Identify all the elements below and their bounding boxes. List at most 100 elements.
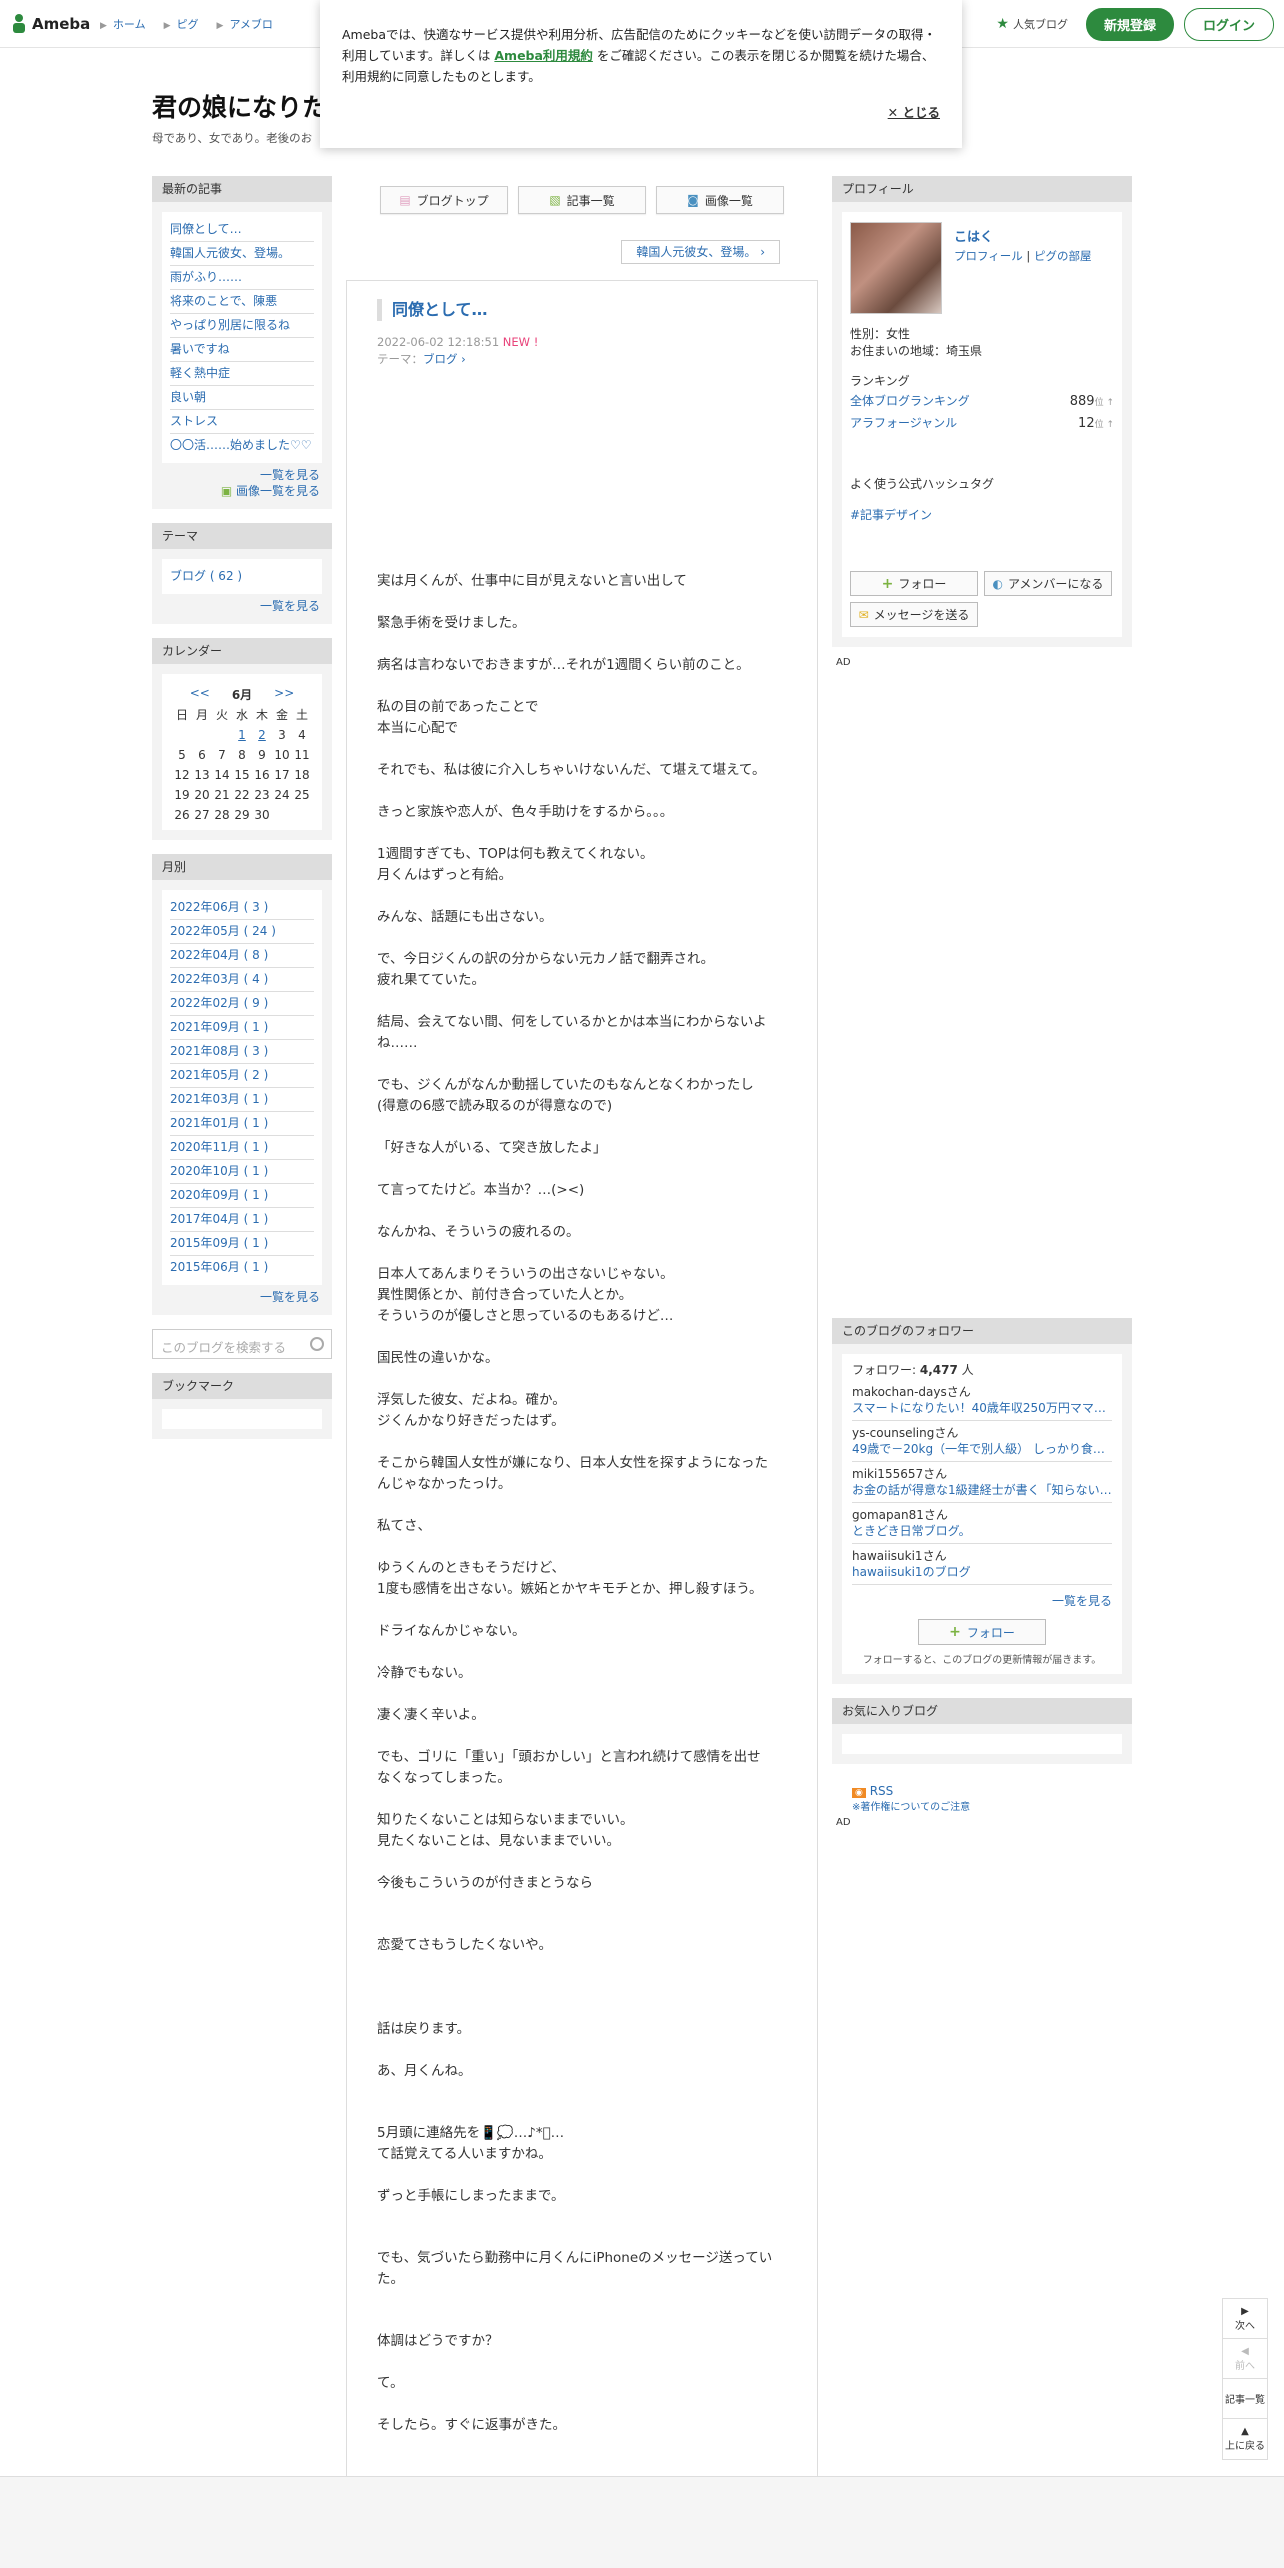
calendar-day: 10 bbox=[274, 748, 290, 762]
monthly-archive-link[interactable]: 2017年04月 ( 1 ) bbox=[170, 1208, 314, 1232]
blog-top-button[interactable]: ▤ ブログトップ bbox=[380, 186, 508, 214]
monthly-archive-link[interactable]: 2022年06月 ( 3 ) bbox=[170, 896, 314, 920]
image-list-button[interactable]: ◙ 画像一覧 bbox=[656, 186, 784, 214]
monthly-archive-link[interactable]: 2021年05月 ( 2 ) bbox=[170, 1064, 314, 1088]
profile-name[interactable]: こはく bbox=[954, 226, 1091, 245]
theme-more-link[interactable]: 一覧を見る bbox=[164, 598, 320, 614]
article-paragraph: で、今日ジくんの訳の分からない元カノ話で翻弄され。 bbox=[377, 951, 715, 967]
rank-genre-link[interactable]: アラフォージャンル bbox=[850, 413, 957, 435]
recent-article-link[interactable]: 将来のことで、陳悪 bbox=[170, 290, 314, 314]
recent-article-link[interactable]: やっぱり別居に限るね bbox=[170, 314, 314, 338]
favorites-list bbox=[842, 1734, 1122, 1754]
calendar-weekday: 日 bbox=[175, 708, 188, 722]
ameba-logo[interactable]: Ameba bbox=[10, 12, 90, 36]
amember-button[interactable]: ◐ アメンバーになる bbox=[984, 571, 1112, 596]
nav-home[interactable]: ▶ ホーム bbox=[100, 16, 146, 32]
recent-articles-box: 最新の記事 同僚として… 韓国人元彼女、登場。 雨がふり…… 将来のことで、陳悪 やっぱ… bbox=[152, 176, 332, 509]
monthly-archive-link[interactable]: 2020年09月 ( 1 ) bbox=[170, 1184, 314, 1208]
login-button[interactable]: ログイン bbox=[1183, 7, 1274, 41]
calendar-day[interactable]: 2 bbox=[252, 727, 272, 744]
monthly-archive-link[interactable]: 2021年09月 ( 1 ) bbox=[170, 1016, 314, 1040]
search-icon[interactable] bbox=[310, 1337, 324, 1351]
back-to-top-button[interactable]: ▲ 上に戻る bbox=[1223, 2419, 1267, 2459]
terms-link[interactable]: Ameba利用規約 bbox=[494, 48, 593, 63]
image-list-link[interactable]: ▣ 画像一覧を見る bbox=[164, 483, 320, 499]
article-paragraph: そういうのが優しさと思っているのもあるけど… bbox=[377, 1308, 674, 1324]
recent-article-link[interactable]: ストレス bbox=[170, 410, 314, 434]
recent-article-link[interactable]: 同僚として… bbox=[170, 218, 314, 242]
monthly-archive-link[interactable]: 2021年01月 ( 1 ) bbox=[170, 1112, 314, 1136]
next-button[interactable]: ▶ 次へ bbox=[1223, 2299, 1267, 2339]
monthly-archive-link[interactable]: 2020年11月 ( 1 ) bbox=[170, 1136, 314, 1160]
popular-blog-link[interactable]: ★ 人気ブログ bbox=[996, 16, 1068, 32]
search-input[interactable]: このブログを検索する bbox=[161, 1337, 286, 1356]
nav-ameblo[interactable]: ▶ アメブロ bbox=[217, 16, 273, 32]
recent-article-link[interactable]: 〇〇活……始めました♡♡ bbox=[170, 434, 314, 457]
monthly-archive-link[interactable]: 2015年06月 ( 1 ) bbox=[170, 1256, 314, 1279]
followers-more-link[interactable]: 一覧を見る bbox=[852, 1593, 1112, 1609]
article-paragraph: あ、月くんね。 bbox=[377, 2063, 472, 2079]
hashtag-link[interactable]: #記事デザイン bbox=[850, 506, 1114, 523]
recent-article-link[interactable]: 軽く熱中症 bbox=[170, 362, 314, 386]
rank-overall-link[interactable]: 全体ブログランキング bbox=[850, 391, 970, 413]
follower-item: ys-counselingさん 49歳で－20kg（一年で別人級） しっかり食べ… bbox=[852, 1421, 1112, 1462]
recent-article-link[interactable]: 韓国人元彼女、登場。 bbox=[170, 242, 314, 266]
calendar-prev[interactable]: << bbox=[190, 686, 210, 703]
article-list-button[interactable]: ▧ 記事一覧 bbox=[518, 186, 646, 214]
monthly-archive-link[interactable]: 2020年10月 ( 1 ) bbox=[170, 1160, 314, 1184]
profile-title: プロフィール bbox=[832, 176, 1132, 202]
follower-blog-link[interactable]: 49歳で－20kg（一年で別人級） しっかり食べ… bbox=[852, 1441, 1112, 1457]
follower-blog-link[interactable]: スマートになりたい！40歳年収250万円ママ… bbox=[852, 1400, 1112, 1416]
followers-box: このブログのフォロワー フォロワー: 4,477 人 makochan-days… bbox=[832, 1318, 1132, 1684]
chevron-right-icon: ▶ bbox=[163, 21, 171, 31]
article-paragraph: た。 bbox=[377, 2271, 404, 2287]
register-button[interactable]: 新規登録 bbox=[1085, 7, 1174, 41]
monthly-archive-link[interactable]: 2022年02月 ( 9 ) bbox=[170, 992, 314, 1016]
blog-search[interactable]: このブログを検索する bbox=[152, 1329, 332, 1359]
follower-user: miki155657さん bbox=[852, 1467, 948, 1481]
monthly-more-link[interactable]: 一覧を見る bbox=[164, 1289, 320, 1305]
prev-article-button[interactable]: 韓国人元彼女、登場。 › bbox=[621, 240, 780, 264]
calendar-day: 20 bbox=[194, 788, 210, 802]
calendar-day: 23 bbox=[254, 788, 270, 802]
follow-button-bottom[interactable]: + フォロー bbox=[918, 1619, 1046, 1645]
calendar-next[interactable]: >> bbox=[274, 686, 294, 703]
recent-more-link[interactable]: 一覧を見る bbox=[164, 467, 320, 483]
monthly-archive-link[interactable]: 2021年03月 ( 1 ) bbox=[170, 1088, 314, 1112]
recent-article-link[interactable]: 暑いですね bbox=[170, 338, 314, 362]
avatar[interactable] bbox=[850, 222, 942, 314]
article-paragraph: 話は戻ります。 bbox=[377, 2021, 471, 2037]
follower-blog-link[interactable]: お金の話が得意な1級建経士が書く「知らない… bbox=[852, 1482, 1112, 1498]
calendar-weekday: 土 bbox=[295, 708, 308, 722]
monthly-archive-link[interactable]: 2021年08月 ( 3 ) bbox=[170, 1040, 314, 1064]
rss-link[interactable]: ◉ RSS bbox=[852, 1784, 893, 1798]
copyright-note-link[interactable]: ※著作権についてのご注意 bbox=[852, 1798, 1132, 1813]
monthly-archive-link[interactable]: 2015年09月 ( 1 ) bbox=[170, 1232, 314, 1256]
follower-blog-link[interactable]: ときどき日常ブログ。 bbox=[852, 1523, 1112, 1539]
monthly-archive-link[interactable]: 2022年04月 ( 8 ) bbox=[170, 944, 314, 968]
pig-room-link[interactable]: ピグの部屋 bbox=[1034, 249, 1092, 263]
calendar-day: 27 bbox=[194, 808, 210, 822]
monthly-archive-link[interactable]: 2022年05月 ( 24 ) bbox=[170, 920, 314, 944]
recent-article-link[interactable]: 雨がふり…… bbox=[170, 266, 314, 290]
calendar-month: 6月 bbox=[231, 688, 253, 702]
blog-title[interactable]: 君の娘になりた bbox=[152, 88, 327, 124]
theme-link[interactable]: ブログ › bbox=[423, 352, 466, 366]
article-paragraph: そしたら。すぐに返事がきた。 bbox=[377, 2417, 566, 2433]
message-button[interactable]: ✉ メッセージを送る bbox=[850, 602, 978, 627]
calendar-day[interactable]: 1 bbox=[232, 727, 252, 744]
follow-button[interactable]: + フォロー bbox=[850, 571, 978, 596]
article-title[interactable]: 同僚として… bbox=[377, 299, 488, 321]
profile-link[interactable]: プロフィール bbox=[954, 249, 1023, 263]
play-icon: ▶ bbox=[1241, 2305, 1249, 2317]
nav-pig[interactable]: ▶ ピグ bbox=[164, 16, 199, 32]
calendar-day bbox=[192, 727, 212, 744]
theme-item[interactable]: ブログ ( 62 ) bbox=[170, 565, 314, 588]
follower-blog-link[interactable]: hawaiisuki1のブログ bbox=[852, 1564, 1112, 1580]
article-list-nav-button[interactable]: 記事一覧 bbox=[1223, 2379, 1267, 2419]
recent-article-link[interactable]: 良い朝 bbox=[170, 386, 314, 410]
prev-button[interactable]: ◀ 前へ bbox=[1223, 2339, 1267, 2379]
calendar-box: カレンダー << 6月 >> 日月火水木金土 1 2 3 4 5 6 7 8 9 10 11 12 13 1… bbox=[152, 638, 332, 840]
monthly-archive-link[interactable]: 2022年03月 ( 4 ) bbox=[170, 968, 314, 992]
cookie-close-button[interactable]: ✕ とじる bbox=[888, 102, 940, 123]
